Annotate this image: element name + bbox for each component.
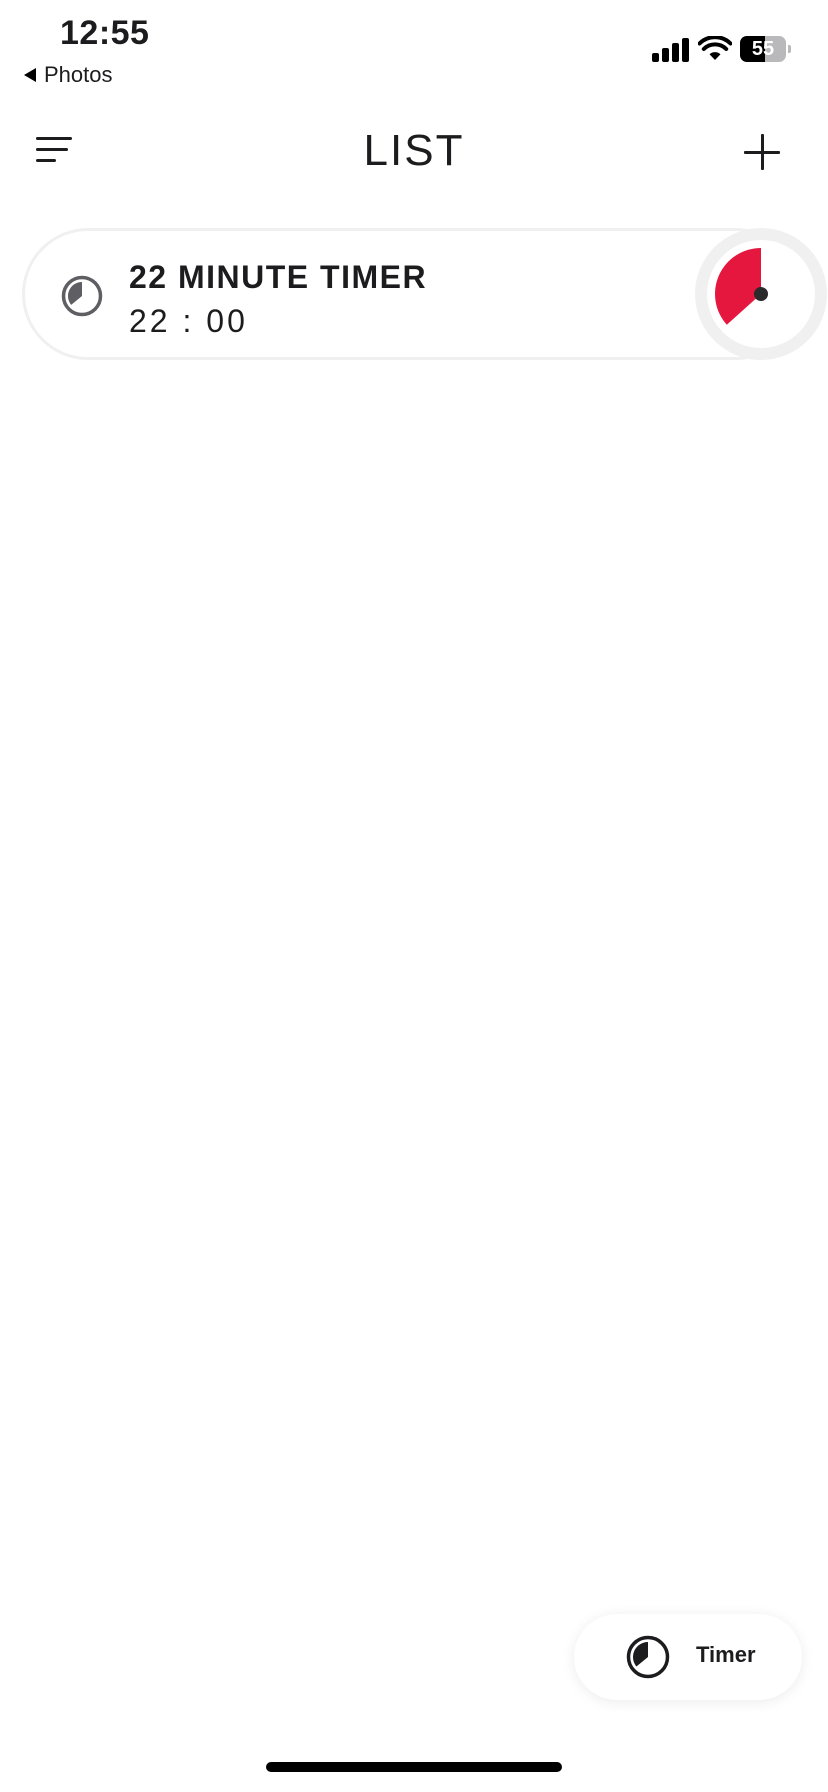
page-title: LIST [363,126,465,175]
timer-floating-button[interactable]: Timer [574,1614,802,1700]
home-indicator [266,1762,562,1772]
clock-icon [61,275,103,317]
status-time: 12:55 [60,14,150,52]
battery-nub [788,45,791,53]
add-timer-button[interactable] [742,132,782,172]
wifi-icon [698,36,732,60]
clock-icon [626,1635,670,1679]
back-to-photos-link[interactable]: Photos [24,62,113,88]
back-arrow-icon [24,68,36,82]
cellular-signal-icon [652,36,690,62]
back-label: Photos [44,62,113,87]
timer-dial-remaining [715,248,761,325]
timer-button-label: Timer [696,1642,756,1667]
battery-icon: 55 [740,36,786,62]
battery-level: 55 [751,38,775,60]
timer-dial-graphic [715,248,768,325]
timer-dial-face [707,240,815,348]
timer-dial-center [754,287,768,301]
timer-duration: 22 : 00 [129,303,248,339]
timer-name: 22 MINUTE TIMER [129,259,428,295]
timer-dial[interactable] [695,228,827,360]
timer-list-item[interactable]: 22 MINUTE TIMER 22 : 00 [22,228,827,360]
